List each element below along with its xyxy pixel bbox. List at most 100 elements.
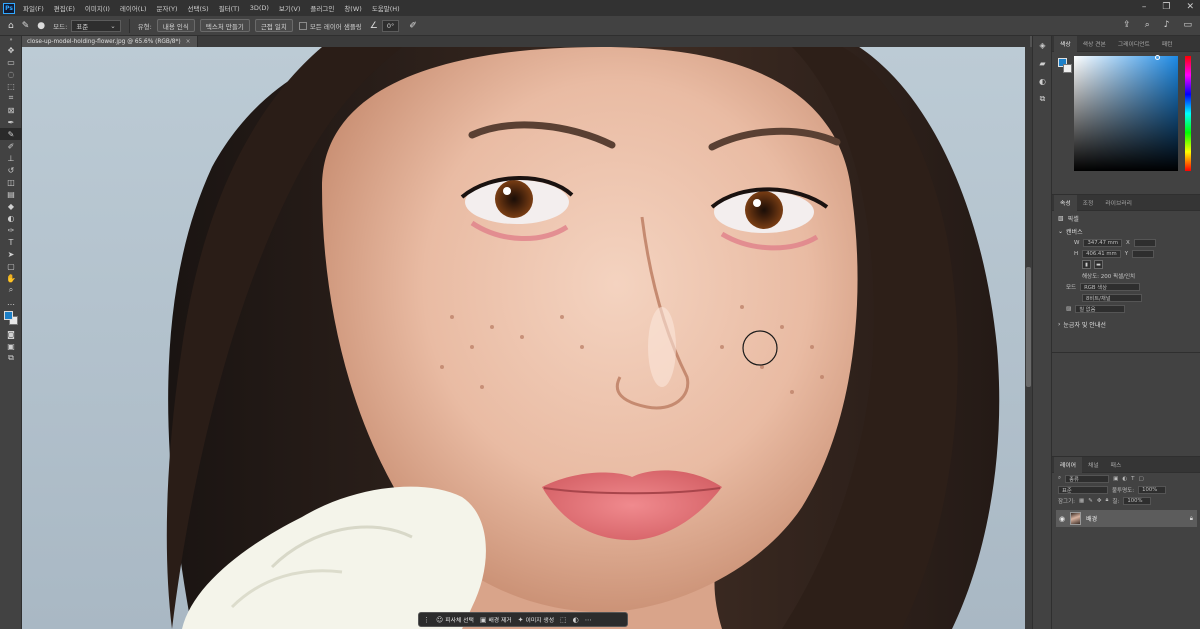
search-icon[interactable]: ⌕ <box>1145 20 1150 30</box>
height-input[interactable]: 406.41 mm <box>1082 249 1121 258</box>
select-subject-button[interactable]: ☺ 피사체 선택 <box>436 615 474 625</box>
pen-tool-icon[interactable]: ✑ <box>0 224 22 236</box>
tab-libraries[interactable]: 라이브러리 <box>1099 195 1138 211</box>
canvas-section-header[interactable]: ⌄ 캔버스 <box>1052 225 1200 237</box>
create-texture-button[interactable]: 텍스처 만들기 <box>199 19 250 32</box>
eraser-tool-icon[interactable]: ◫ <box>0 176 22 188</box>
screen-mode-icon[interactable]: ▣ <box>0 340 22 352</box>
portrait-orientation-icon[interactable]: ▮ <box>1082 260 1091 269</box>
document-tab[interactable]: close-up-model-holding-flower.jpg @ 65.6… <box>22 36 198 47</box>
brush-preset-icon[interactable]: ● <box>37 21 45 31</box>
generate-image-button[interactable]: ✦ 이미지 생성 <box>518 615 554 625</box>
opacity-input[interactable]: 100% <box>1138 485 1167 494</box>
adjustments-icon[interactable]: ◐ <box>1033 72 1052 90</box>
panel-background-swatch[interactable] <box>1063 64 1072 73</box>
tab-swatches[interactable]: 색상 견본 <box>1077 36 1112 52</box>
proximity-match-button[interactable]: 근접 일치 <box>254 19 293 32</box>
tab-channels[interactable]: 채널 <box>1082 457 1105 473</box>
layer-lock-icon[interactable]: 🔒︎ <box>1190 515 1193 523</box>
x-input[interactable] <box>1133 238 1156 247</box>
rectangle-tool-icon[interactable]: ▢ <box>0 260 22 272</box>
spot-healing-brush-icon[interactable]: ✎ <box>22 21 30 31</box>
crop-tool-icon[interactable]: ⌗ <box>0 92 22 104</box>
zoom-tool-icon[interactable]: ⌕ <box>0 284 22 296</box>
color-picker-ring[interactable] <box>1155 55 1160 60</box>
filter-adjustment-icon[interactable]: ◐ <box>1122 476 1127 482</box>
taskbar-grip-icon[interactable]: ⋮ <box>423 616 430 624</box>
angle-field[interactable]: 0° <box>381 19 400 32</box>
workspace-icon[interactable]: ▭ <box>1183 20 1192 30</box>
lock-all-icon[interactable]: 🔒︎ <box>1105 497 1108 504</box>
lock-image-icon[interactable]: ✎ <box>1088 498 1093 504</box>
lock-position-icon[interactable]: ✥ <box>1097 498 1102 504</box>
menu-type[interactable]: 문자(Y) <box>157 3 178 13</box>
canvas-vertical-scrollbar[interactable] <box>1025 47 1032 629</box>
menu-view[interactable]: 보기(V) <box>279 3 300 13</box>
close-tab-icon[interactable]: × <box>186 39 191 45</box>
libraries-icon[interactable]: ⧉ <box>1033 90 1052 108</box>
clone-stamp-tool-icon[interactable]: ⊥ <box>0 152 22 164</box>
path-selection-tool-icon[interactable]: ➤ <box>0 248 22 260</box>
menu-edit[interactable]: 편집(E) <box>54 3 75 13</box>
pressure-size-icon[interactable]: ✐ <box>409 21 417 31</box>
gradient-tool-icon[interactable]: ▤ <box>0 188 22 200</box>
filter-shape-icon[interactable]: ▢ <box>1138 476 1143 482</box>
mode-select[interactable]: 표준 ⌄ <box>71 19 121 32</box>
fill-input[interactable]: 100% <box>1123 496 1152 505</box>
hand-tool-icon[interactable]: ✋ <box>0 272 22 284</box>
color-swatches[interactable] <box>0 308 22 328</box>
maximize-icon[interactable]: ❐ <box>1162 2 1170 12</box>
menu-window[interactable]: 창(W) <box>344 3 361 13</box>
menu-filter[interactable]: 필터(T) <box>219 3 240 13</box>
blur-tool-icon[interactable]: ◆ <box>0 200 22 212</box>
home-icon[interactable]: ⌂ <box>8 21 14 31</box>
lock-transparent-icon[interactable]: ▦ <box>1079 498 1084 504</box>
filter-type-icon[interactable]: T <box>1131 476 1134 482</box>
menu-help[interactable]: 도움말(H) <box>372 3 400 13</box>
sample-all-layers-checkbox[interactable] <box>298 21 307 30</box>
tab-color[interactable]: 색상 <box>1054 35 1077 52</box>
content-aware-button[interactable]: 내용 인식 <box>156 19 195 32</box>
canvas-fill-select[interactable]: 칠 없음 <box>1075 304 1126 313</box>
more-tools-icon[interactable]: … <box>0 296 22 308</box>
close-icon[interactable]: ✕ <box>1186 2 1194 12</box>
edit-toolbar-icon[interactable]: ⧉ <box>0 352 22 364</box>
notifications-icon[interactable]: ♪ <box>1164 20 1170 30</box>
bit-depth-select[interactable]: 8비트/채널 <box>1082 293 1142 302</box>
menu-select[interactable]: 선택(S) <box>188 3 209 13</box>
remove-background-button[interactable]: ▣ 배경 제거 <box>480 615 512 625</box>
layer-row-background[interactable]: ◉ 배경 🔒︎ <box>1056 510 1197 527</box>
eyedropper-tool-icon[interactable]: ✒ <box>0 116 22 128</box>
tab-gradients[interactable]: 그레이디언트 <box>1112 36 1156 52</box>
color-field[interactable] <box>1074 56 1178 171</box>
learn-icon[interactable]: ◈ <box>1033 36 1052 54</box>
lasso-tool-icon[interactable]: ◌ <box>0 68 22 80</box>
foreground-color-swatch[interactable] <box>4 311 13 320</box>
tab-paths[interactable]: 패스 <box>1105 457 1128 473</box>
dodge-tool-icon[interactable]: ◐ <box>0 212 22 224</box>
more-options-icon[interactable]: ⋯ <box>585 616 592 624</box>
scrollbar-thumb[interactable] <box>1026 267 1031 387</box>
object-selection-tool-icon[interactable]: ⬚ <box>0 80 22 92</box>
photoshop-logo[interactable]: Ps <box>3 2 15 14</box>
minimize-icon[interactable]: – <box>1142 2 1147 12</box>
rulers-section-header[interactable]: › 눈금자 및 안내선 <box>1052 318 1200 330</box>
tab-properties[interactable]: 속성 <box>1054 194 1077 211</box>
quick-mask-icon[interactable]: ◙ <box>0 328 22 340</box>
tab-adjustments[interactable]: 조정 <box>1077 195 1100 211</box>
menu-plugins[interactable]: 플러그인 <box>310 3 334 13</box>
menu-layer[interactable]: 레이어(L) <box>120 3 147 13</box>
menu-image[interactable]: 이미지(I) <box>85 3 110 13</box>
visibility-eye-icon[interactable]: ◉ <box>1059 515 1065 523</box>
y-input[interactable] <box>1132 249 1155 258</box>
type-tool-icon[interactable]: T <box>0 236 22 248</box>
share-icon[interactable]: ⇪ <box>1123 20 1131 30</box>
comments-icon[interactable]: ▰ <box>1033 54 1052 72</box>
frame-tool-icon[interactable]: ⊠ <box>0 104 22 116</box>
brush-tool-icon[interactable]: ✐ <box>0 140 22 152</box>
hue-slider[interactable] <box>1185 56 1191 171</box>
tab-patterns[interactable]: 패턴 <box>1156 36 1179 52</box>
color-mode-select[interactable]: RGB 색상 <box>1080 282 1141 291</box>
kind-filter-select[interactable]: 종류 <box>1065 474 1110 483</box>
menu-file[interactable]: 파일(F) <box>23 3 44 13</box>
